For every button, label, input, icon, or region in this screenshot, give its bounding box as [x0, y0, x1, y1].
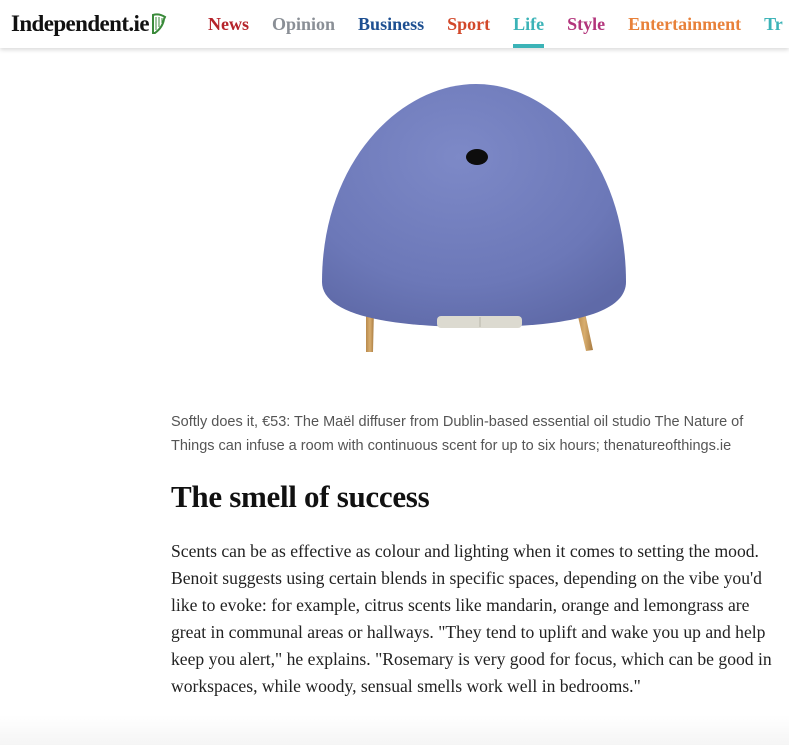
nav-item-business[interactable]: Business [358, 0, 424, 48]
nav-item-entertainment[interactable]: Entertainment [628, 0, 741, 48]
harp-icon [151, 13, 167, 35]
article-paragraph: Scents can be as effective as colour and… [171, 541, 772, 696]
nav-item-sport[interactable]: Sport [447, 0, 490, 48]
main-nav: News Opinion Business Sport Life Style E… [208, 0, 789, 48]
nav-item-life[interactable]: Life [513, 0, 545, 48]
nav-item-opinion[interactable]: Opinion [272, 0, 335, 48]
nav-item-travel[interactable]: Tr [764, 0, 783, 48]
logo-text: Independent.ie [11, 11, 150, 36]
bottom-fade [0, 715, 789, 745]
section-heading: The smell of success [171, 479, 430, 514]
site-logo[interactable]: Independent.ie [11, 10, 167, 38]
diffuser-image [300, 70, 640, 370]
image-caption: Softly does it, €53: The Maël diffuser f… [171, 414, 744, 454]
nav-item-style[interactable]: Style [567, 0, 605, 48]
nav-item-news[interactable]: News [208, 0, 249, 48]
site-header: Independent.ie News Opinion Business Spo… [0, 0, 789, 48]
